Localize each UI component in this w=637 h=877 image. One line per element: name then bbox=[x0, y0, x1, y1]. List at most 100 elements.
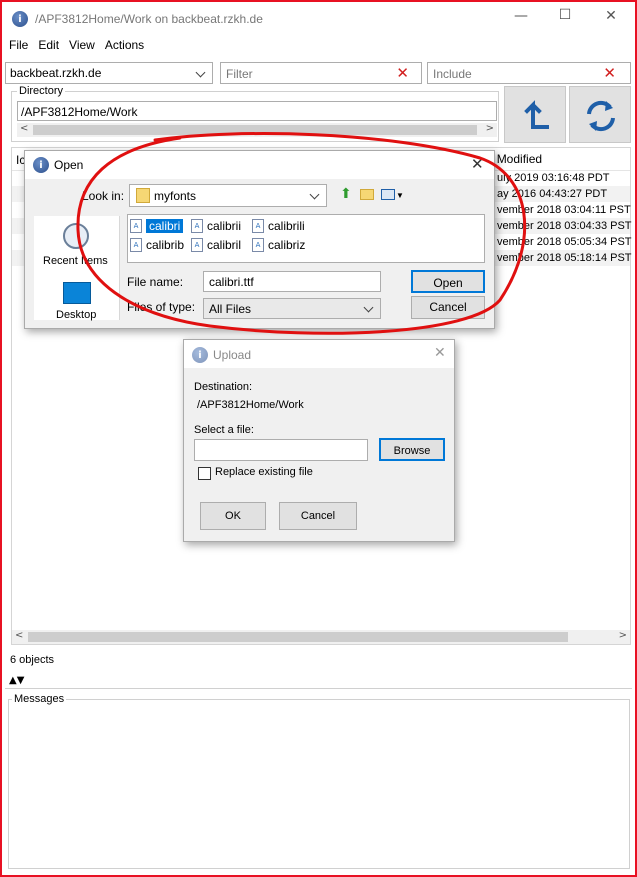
font-file-icon: A bbox=[130, 219, 142, 233]
replace-label: Replace existing file bbox=[215, 466, 313, 478]
directory-legend: Directory bbox=[17, 85, 66, 97]
select-file-label: Select a file: bbox=[194, 424, 254, 436]
open-dialog-titlebar[interactable]: i Open ✕ bbox=[25, 151, 494, 179]
table-row[interactable]: vember 2018 03:04:11 PST bbox=[497, 204, 631, 216]
window-title: /APF3812Home/Work on backbeat.rzkh.de bbox=[35, 12, 263, 26]
file-item[interactable]: Acalibrili bbox=[252, 218, 305, 234]
cancel-button[interactable]: Cancel bbox=[411, 296, 485, 319]
upload-dialog: i Upload ✕ Destination: /APF3812Home/Wor… bbox=[183, 339, 455, 542]
menu-edit[interactable]: Edit bbox=[38, 38, 59, 52]
upload-cancel-button[interactable]: Cancel bbox=[279, 502, 357, 530]
close-button[interactable]: ✕ bbox=[588, 8, 634, 24]
scroll-thumb[interactable] bbox=[28, 632, 568, 642]
menu-view[interactable]: View bbox=[69, 38, 95, 52]
files-of-type-select[interactable]: All Files bbox=[203, 298, 381, 319]
font-file-icon: A bbox=[130, 238, 142, 252]
chevron-down-icon[interactable]: ▼ bbox=[396, 191, 404, 200]
recent-items-icon[interactable] bbox=[63, 223, 89, 249]
scroll-right-icon[interactable]: > bbox=[619, 630, 627, 641]
file-item[interactable]: Acalibri bbox=[130, 218, 184, 234]
host-value: backbeat.rzkh.de bbox=[10, 66, 102, 80]
open-dialog-title: Open bbox=[54, 158, 84, 172]
column-header-modified[interactable]: t Modified bbox=[490, 152, 542, 166]
files-of-type-label: Files of type: bbox=[127, 300, 196, 314]
scroll-left-icon[interactable]: < bbox=[20, 123, 28, 134]
close-icon[interactable]: ✕ bbox=[471, 155, 484, 173]
chevron-down-icon bbox=[195, 67, 206, 78]
file-item[interactable]: Acalibril bbox=[191, 237, 241, 253]
directory-path-input[interactable]: /APF3812Home/Work bbox=[17, 101, 497, 121]
file-name-label: File name: bbox=[127, 275, 184, 289]
file-item[interactable]: Acalibriz bbox=[252, 237, 305, 253]
column-header-modified-label: Modified bbox=[496, 152, 543, 166]
destination-label: Destination: bbox=[194, 381, 253, 393]
app-info-icon: i bbox=[33, 157, 49, 173]
maximize-button[interactable]: ☐ bbox=[542, 7, 588, 23]
menu-bar: File Edit View Actions bbox=[9, 38, 154, 52]
chevron-down-icon bbox=[363, 302, 374, 313]
upload-dialog-title: Upload bbox=[213, 348, 252, 362]
title-bar[interactable]: i /APF3812Home/Work on backbeat.rzkh.de … bbox=[2, 2, 635, 34]
menu-actions[interactable]: Actions bbox=[105, 38, 144, 52]
look-in-combobox[interactable]: myfonts bbox=[129, 184, 327, 207]
up-arrow-icon bbox=[524, 100, 549, 129]
close-icon[interactable]: ✕ bbox=[434, 345, 446, 361]
directory-scrollbar[interactable]: < > bbox=[17, 123, 497, 137]
browse-button[interactable]: Browse bbox=[379, 438, 445, 461]
clear-include-icon[interactable]: ✕ bbox=[603, 64, 616, 82]
minimize-button[interactable]: — bbox=[498, 8, 544, 24]
scroll-thumb[interactable] bbox=[33, 125, 477, 135]
look-in-value: myfonts bbox=[154, 189, 197, 203]
include-placeholder: Include bbox=[433, 67, 472, 81]
table-row[interactable]: uly 2019 03:16:48 PDT bbox=[497, 172, 610, 184]
include-input[interactable]: Include ✕ bbox=[427, 62, 631, 84]
view-menu-icon[interactable] bbox=[381, 189, 395, 200]
table-row[interactable]: vember 2018 05:05:34 PST bbox=[497, 236, 632, 248]
filter-placeholder: Filter bbox=[226, 67, 253, 81]
font-file-icon: A bbox=[191, 219, 203, 233]
replace-checkbox[interactable] bbox=[198, 467, 211, 480]
table-row[interactable]: vember 2018 05:18:14 PST bbox=[497, 252, 632, 264]
file-item[interactable]: Acalibrib bbox=[130, 237, 184, 253]
ok-button[interactable]: OK bbox=[200, 502, 266, 530]
refresh-icon bbox=[587, 100, 615, 132]
table-row[interactable]: vember 2018 03:04:33 PST bbox=[497, 220, 632, 232]
upload-dialog-titlebar[interactable]: i Upload ✕ bbox=[184, 340, 454, 368]
font-file-icon: A bbox=[191, 238, 203, 252]
file-name-value: calibri.ttf bbox=[209, 275, 254, 289]
directory-path-value: /APF3812Home/Work bbox=[21, 105, 138, 119]
app-info-icon: i bbox=[12, 11, 28, 27]
scroll-right-icon[interactable]: > bbox=[486, 123, 494, 134]
messages-group bbox=[8, 699, 630, 869]
upload-file-input[interactable] bbox=[194, 439, 368, 461]
host-combobox[interactable]: backbeat.rzkh.de bbox=[5, 62, 213, 84]
splitter[interactable] bbox=[5, 688, 632, 689]
object-count: 6 objects bbox=[10, 654, 55, 666]
app-info-icon: i bbox=[192, 347, 208, 363]
splitter-toggle-icon[interactable]: ▲▼ bbox=[9, 675, 24, 686]
file-pane[interactable]: Acalibri Acalibrii Acalibrili Acalibrib … bbox=[127, 214, 485, 263]
folder-icon bbox=[136, 188, 150, 203]
up-directory-button[interactable] bbox=[504, 86, 566, 143]
refresh-button[interactable] bbox=[569, 86, 631, 143]
font-file-icon: A bbox=[252, 238, 264, 252]
open-button[interactable]: Open bbox=[411, 270, 485, 293]
messages-legend: Messages bbox=[12, 693, 67, 705]
table-row[interactable]: ay 2016 04:43:27 PDT bbox=[497, 188, 607, 200]
file-list-scrollbar[interactable]: < > bbox=[12, 630, 630, 644]
up-folder-icon[interactable]: ⬆ bbox=[340, 186, 352, 202]
file-name-input[interactable]: calibri.ttf bbox=[203, 271, 381, 292]
place-recent-items[interactable]: Recent Items bbox=[43, 255, 108, 267]
menu-file[interactable]: File bbox=[9, 38, 28, 52]
file-item[interactable]: Acalibrii bbox=[191, 218, 241, 234]
clear-filter-icon[interactable]: ✕ bbox=[396, 64, 409, 82]
new-folder-icon[interactable] bbox=[360, 189, 374, 200]
open-dialog: i Open ✕ Look in: myfonts ⬆ ▼ Recent Ite… bbox=[24, 150, 495, 329]
desktop-icon[interactable] bbox=[63, 282, 91, 304]
filter-input[interactable]: Filter ✕ bbox=[220, 62, 422, 84]
place-desktop[interactable]: Desktop bbox=[56, 309, 96, 321]
files-of-type-value: All Files bbox=[209, 302, 252, 316]
chevron-down-icon bbox=[309, 189, 320, 200]
destination-value: /APF3812Home/Work bbox=[197, 399, 304, 411]
scroll-left-icon[interactable]: < bbox=[15, 630, 23, 641]
